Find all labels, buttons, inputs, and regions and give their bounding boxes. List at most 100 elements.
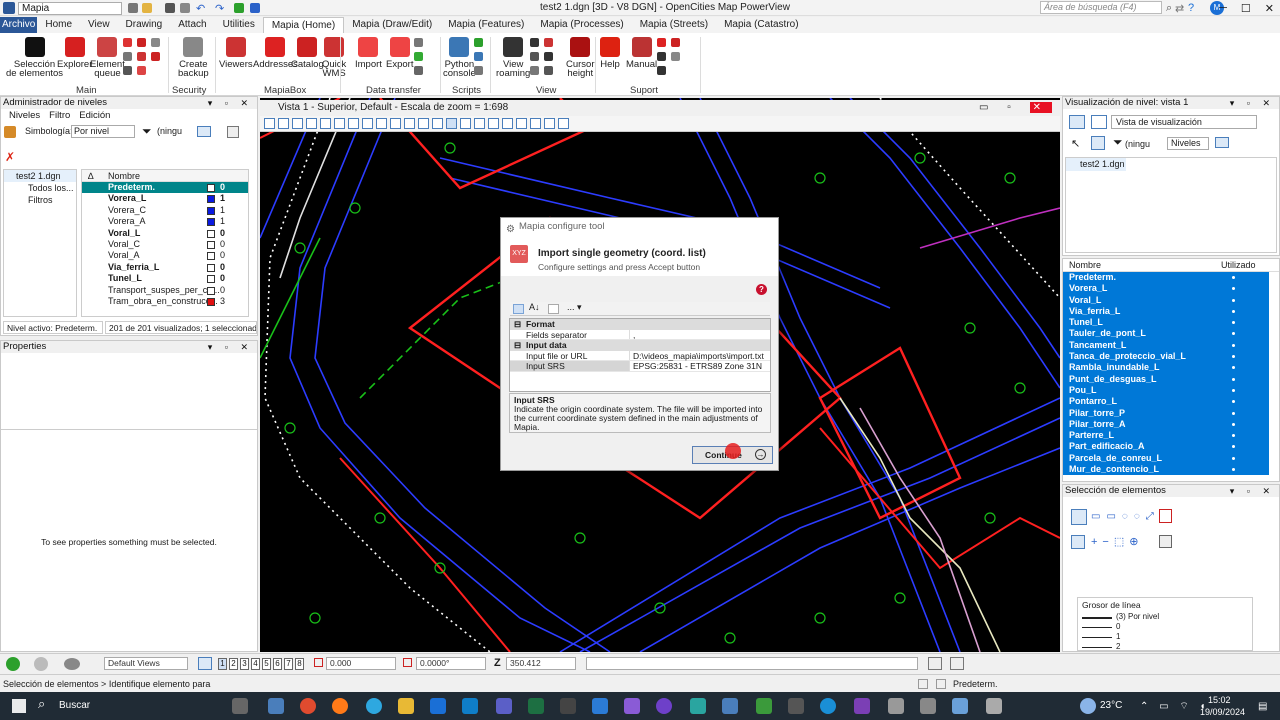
view-button-6[interactable]: 6 bbox=[273, 658, 282, 670]
pointer-icon[interactable] bbox=[1071, 535, 1085, 549]
qgis-icon[interactable] bbox=[756, 698, 772, 714]
line-weight-row[interactable]: 0 bbox=[1078, 622, 1252, 632]
view-tool-icon[interactable] bbox=[544, 118, 555, 129]
snap-icon[interactable] bbox=[950, 657, 964, 670]
ribbon-small-icon[interactable] bbox=[671, 38, 680, 47]
weather-icon[interactable] bbox=[1080, 698, 1096, 714]
redo-icon[interactable]: ↷ bbox=[215, 2, 224, 15]
sync-icon[interactable] bbox=[250, 3, 260, 13]
status-lock-icon[interactable] bbox=[936, 679, 946, 689]
maximize-icon[interactable]: ☐ bbox=[1241, 2, 1251, 15]
tab-mapia-streets[interactable]: Mapia (Streets) bbox=[632, 17, 716, 33]
line-weight-row[interactable]: 1 bbox=[1078, 632, 1252, 642]
app-icon-13[interactable] bbox=[952, 698, 968, 714]
view-tool-icon[interactable] bbox=[446, 118, 457, 129]
level-display-row[interactable]: Part_edificacio_A bbox=[1063, 441, 1269, 453]
tree-item-all[interactable]: Todos los... bbox=[4, 182, 76, 194]
ribbon-small-icon[interactable] bbox=[530, 52, 539, 61]
view-button-7[interactable]: 7 bbox=[284, 658, 293, 670]
excel-icon[interactable] bbox=[528, 698, 544, 714]
workspace-select[interactable]: Mapia bbox=[18, 2, 122, 15]
app-icon-14[interactable] bbox=[986, 698, 1002, 714]
ribbon-small-icon[interactable] bbox=[657, 66, 666, 75]
wms-button[interactable]: Quick WMS bbox=[322, 37, 346, 78]
firefox-icon[interactable] bbox=[332, 698, 348, 714]
github-icon[interactable] bbox=[656, 698, 672, 714]
view-tool-icon[interactable] bbox=[362, 118, 373, 129]
views-icon[interactable] bbox=[198, 657, 212, 670]
level-color-swatch[interactable] bbox=[207, 263, 215, 272]
app-icon-12[interactable] bbox=[920, 698, 936, 714]
level-display-row[interactable]: Tanca_de_proteccio_vial_L bbox=[1063, 351, 1269, 363]
element-queue-button[interactable]: Element queue bbox=[90, 37, 125, 78]
vscode-icon[interactable] bbox=[592, 698, 608, 714]
filter-icon[interactable]: ⏷ bbox=[142, 124, 152, 139]
angle-input[interactable]: 0.0000° bbox=[416, 657, 486, 670]
app-icon-2[interactable] bbox=[462, 698, 478, 714]
alphabetical-icon[interactable]: A↓ bbox=[529, 302, 540, 312]
task-view-icon[interactable] bbox=[232, 698, 248, 714]
level-display-row[interactable]: Tunel_L bbox=[1063, 317, 1269, 329]
ribbon-small-icon[interactable] bbox=[530, 38, 539, 47]
level-color-swatch[interactable] bbox=[207, 240, 215, 249]
view-tool-icon[interactable] bbox=[460, 118, 471, 129]
close-icon[interactable]: ✕ bbox=[1265, 2, 1274, 15]
level-display-row[interactable]: Parcela_de_conreu_L bbox=[1063, 452, 1269, 465]
chrome-icon[interactable] bbox=[300, 698, 316, 714]
level-display-row[interactable]: Via_ferria_L bbox=[1063, 305, 1269, 318]
view-tool-icon[interactable] bbox=[390, 118, 401, 129]
view-button-8[interactable]: 8 bbox=[295, 658, 304, 670]
z-coordinate-input[interactable]: 350.412 bbox=[506, 657, 576, 670]
tab-archivo[interactable]: Archivo bbox=[0, 17, 38, 33]
view-tool-icon[interactable] bbox=[306, 118, 317, 129]
app-icon-11[interactable] bbox=[888, 698, 904, 714]
level-display-row[interactable]: Tauler_de_pont_L bbox=[1063, 328, 1269, 340]
app-icon-5[interactable] bbox=[624, 698, 640, 714]
search-icon[interactable]: ⌕ bbox=[38, 696, 45, 712]
view-tool-icon[interactable] bbox=[320, 118, 331, 129]
level-display-row[interactable]: Rambla_inundable_L bbox=[1063, 362, 1269, 374]
taskbar-search[interactable]: Buscar bbox=[59, 700, 90, 711]
level-color-swatch[interactable] bbox=[207, 252, 215, 261]
view-tool-icon[interactable] bbox=[376, 118, 387, 129]
ribbon-small-icon[interactable] bbox=[657, 38, 666, 47]
select-levels-icon[interactable]: ↖ bbox=[1071, 137, 1080, 150]
fields-separator-value[interactable]: , bbox=[630, 330, 635, 340]
level-row[interactable]: Tunel_L 0 bbox=[82, 273, 248, 284]
ribbon-small-icon[interactable] bbox=[474, 52, 483, 61]
ribbon-small-icon[interactable] bbox=[530, 66, 539, 75]
ribbon-small-icon[interactable] bbox=[544, 66, 553, 75]
view-button-5[interactable]: 5 bbox=[262, 658, 271, 670]
copy-icon[interactable] bbox=[227, 126, 239, 138]
opencities-icon[interactable] bbox=[430, 698, 446, 714]
ribbon-small-icon[interactable] bbox=[474, 66, 483, 75]
more-options-icon[interactable]: ... ▾ bbox=[567, 302, 582, 313]
help-button[interactable]: Help bbox=[600, 37, 620, 69]
ribbon-small-icon[interactable] bbox=[474, 38, 483, 47]
roaming-button[interactable]: View roaming bbox=[496, 37, 530, 78]
ribbon-small-icon[interactable] bbox=[123, 38, 132, 47]
view-tool-icon[interactable] bbox=[348, 118, 359, 129]
chart-icon[interactable] bbox=[1215, 137, 1229, 148]
app-icon-4[interactable] bbox=[560, 698, 576, 714]
panel-controls[interactable]: ▾ ▫ ✕ bbox=[208, 341, 253, 353]
ribbon-small-icon[interactable] bbox=[151, 38, 160, 47]
app-icon-1[interactable] bbox=[268, 698, 284, 714]
level-color-swatch[interactable] bbox=[207, 206, 215, 215]
ribbon-small-icon[interactable] bbox=[671, 52, 680, 61]
tab-mapia-features[interactable]: Mapia (Features) bbox=[440, 17, 532, 33]
level-color-swatch[interactable] bbox=[207, 275, 215, 284]
app-icon-8[interactable] bbox=[788, 698, 804, 714]
print-view-icon[interactable] bbox=[928, 657, 942, 670]
col-used[interactable]: Utilizado bbox=[1221, 259, 1256, 272]
tab-mapia-home[interactable]: Mapia (Home) bbox=[262, 17, 345, 33]
open-folder-icon[interactable] bbox=[142, 3, 152, 13]
ribbon-small-icon[interactable] bbox=[123, 52, 132, 61]
level-row[interactable]: Via_ferria_L 0 bbox=[82, 262, 248, 273]
level-color-swatch[interactable] bbox=[207, 195, 215, 204]
property-row[interactable]: Fields separator, bbox=[510, 329, 770, 340]
view-tool-icon[interactable] bbox=[418, 118, 429, 129]
viewers-button[interactable]: Viewers bbox=[219, 37, 253, 69]
app-icon-7[interactable] bbox=[722, 698, 738, 714]
search-input[interactable]: Área de búsqueda (F4) bbox=[1040, 1, 1162, 14]
